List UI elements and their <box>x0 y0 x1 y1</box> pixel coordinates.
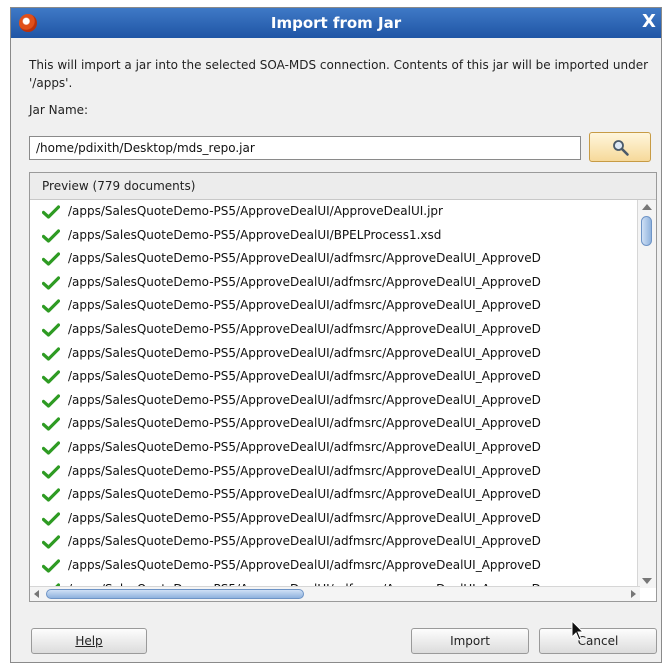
checkmark-icon <box>42 535 60 549</box>
checkmark-icon <box>42 488 60 502</box>
file-path: /apps/SalesQuoteDemo-PS5/ApproveDealUI/a… <box>68 369 541 384</box>
cancel-button[interactable]: Cancel <box>539 628 657 654</box>
checkmark-icon <box>42 559 60 573</box>
description-text: This will import a jar into the selected… <box>29 58 649 90</box>
list-item[interactable]: /apps/SalesQuoteDemo-PS5/ApproveDealUI/a… <box>30 365 636 389</box>
list-item[interactable]: /apps/SalesQuoteDemo-PS5/ApproveDealUI/a… <box>30 271 636 295</box>
list-item[interactable]: /apps/SalesQuoteDemo-PS5/ApproveDealUI/a… <box>30 554 636 578</box>
list-item[interactable]: /apps/SalesQuoteDemo-PS5/ApproveDealUI/a… <box>30 507 636 531</box>
jar-name-input[interactable] <box>29 136 581 160</box>
checkmark-icon <box>42 370 60 384</box>
title-bar[interactable]: Import from Jar X <box>11 8 661 38</box>
list-item[interactable]: /apps/SalesQuoteDemo-PS5/ApproveDealUI/a… <box>30 294 636 318</box>
browse-button[interactable] <box>589 132 651 162</box>
checkmark-icon <box>42 464 60 479</box>
checkmark-icon <box>42 441 60 455</box>
checkmark-icon <box>42 205 60 219</box>
list-item[interactable]: /apps/SalesQuoteDemo-PS5/ApproveDealUI/a… <box>30 530 636 554</box>
dialog-title: Import from Jar <box>270 14 402 32</box>
file-path: /apps/SalesQuoteDemo-PS5/ApproveDealUI/a… <box>68 251 541 266</box>
file-path: /apps/SalesQuoteDemo-PS5/ApproveDealUI/a… <box>68 510 541 525</box>
checkmark-icon <box>42 299 60 313</box>
checkmark-icon <box>42 512 60 526</box>
checkmark-icon <box>42 276 60 290</box>
mouse-pointer-icon <box>571 620 585 641</box>
list-item[interactable]: /apps/SalesQuoteDemo-PS5/ApproveDealUI/a… <box>30 483 636 507</box>
checkmark-icon <box>42 252 60 266</box>
list-item[interactable]: /apps/SalesQuoteDemo-PS5/ApproveDealUI/a… <box>30 342 636 366</box>
help-button[interactable]: Help <box>31 628 147 654</box>
scroll-up-icon[interactable] <box>642 204 652 210</box>
scroll-left-icon[interactable] <box>34 590 39 598</box>
file-path: /apps/SalesQuoteDemo-PS5/ApproveDealUI/a… <box>68 557 541 572</box>
jar-name-label: Jar Name: <box>29 103 89 117</box>
horizontal-scrollbar[interactable] <box>30 586 640 601</box>
file-path: /apps/SalesQuoteDemo-PS5/ApproveDealUI/a… <box>68 298 541 313</box>
checkmark-icon <box>42 323 60 337</box>
preview-header: Preview (779 documents) <box>30 173 656 200</box>
checkmark-icon <box>42 228 60 243</box>
search-icon <box>613 140 629 156</box>
file-path: /apps/SalesQuoteDemo-PS5/ApproveDealUI/a… <box>68 463 541 478</box>
file-path: /apps/SalesQuoteDemo-PS5/ApproveDealUI/a… <box>68 321 541 336</box>
checkmark-icon <box>42 417 60 431</box>
list-item[interactable]: /apps/SalesQuoteDemo-PS5/ApproveDealUI/a… <box>30 389 636 413</box>
vertical-scrollbar[interactable] <box>637 200 656 588</box>
list-item[interactable]: /apps/SalesQuoteDemo-PS5/ApproveDealUI/a… <box>30 412 636 436</box>
file-path: /apps/SalesQuoteDemo-PS5/ApproveDealUI/a… <box>68 534 541 549</box>
vertical-scroll-thumb[interactable] <box>641 216 652 246</box>
list-item[interactable]: /apps/SalesQuoteDemo-PS5/ApproveDealUI/a… <box>30 247 636 271</box>
list-item[interactable]: /apps/SalesQuoteDemo-PS5/ApproveDealUI/a… <box>30 318 636 342</box>
list-item[interactable]: /apps/SalesQuoteDemo-PS5/ApproveDealUI/B… <box>30 224 636 248</box>
horizontal-scroll-thumb[interactable] <box>46 589 304 599</box>
help-button-label: Help <box>75 634 103 648</box>
list-item[interactable]: /apps/SalesQuoteDemo-PS5/ApproveDealUI/a… <box>30 460 636 484</box>
file-path: /apps/SalesQuoteDemo-PS5/ApproveDealUI/a… <box>68 392 541 407</box>
close-button[interactable]: X <box>639 12 659 32</box>
file-path: /apps/SalesQuoteDemo-PS5/ApproveDealUI/B… <box>68 227 442 242</box>
import-from-jar-dialog: Import from Jar X This will import a jar… <box>10 7 662 663</box>
file-list[interactable]: /apps/SalesQuoteDemo-PS5/ApproveDealUI/A… <box>30 200 636 588</box>
scroll-down-icon[interactable] <box>642 578 652 584</box>
checkmark-icon <box>42 394 60 408</box>
import-button[interactable]: Import <box>411 628 529 654</box>
file-path: /apps/SalesQuoteDemo-PS5/ApproveDealUI/a… <box>68 274 541 289</box>
file-path: /apps/SalesQuoteDemo-PS5/ApproveDealUI/A… <box>68 204 443 218</box>
preview-panel: Preview (779 documents) /apps/SalesQuote… <box>29 172 657 602</box>
checkmark-icon <box>42 346 60 361</box>
file-path: /apps/SalesQuoteDemo-PS5/ApproveDealUI/a… <box>68 345 541 360</box>
file-path: /apps/SalesQuoteDemo-PS5/ApproveDealUI/a… <box>68 439 541 454</box>
file-path: /apps/SalesQuoteDemo-PS5/ApproveDealUI/a… <box>68 487 541 502</box>
file-path: /apps/SalesQuoteDemo-PS5/ApproveDealUI/a… <box>68 416 541 431</box>
list-item[interactable]: /apps/SalesQuoteDemo-PS5/ApproveDealUI/a… <box>30 436 636 460</box>
list-item[interactable]: /apps/SalesQuoteDemo-PS5/ApproveDealUI/A… <box>30 200 636 224</box>
scroll-right-icon[interactable] <box>631 590 636 598</box>
